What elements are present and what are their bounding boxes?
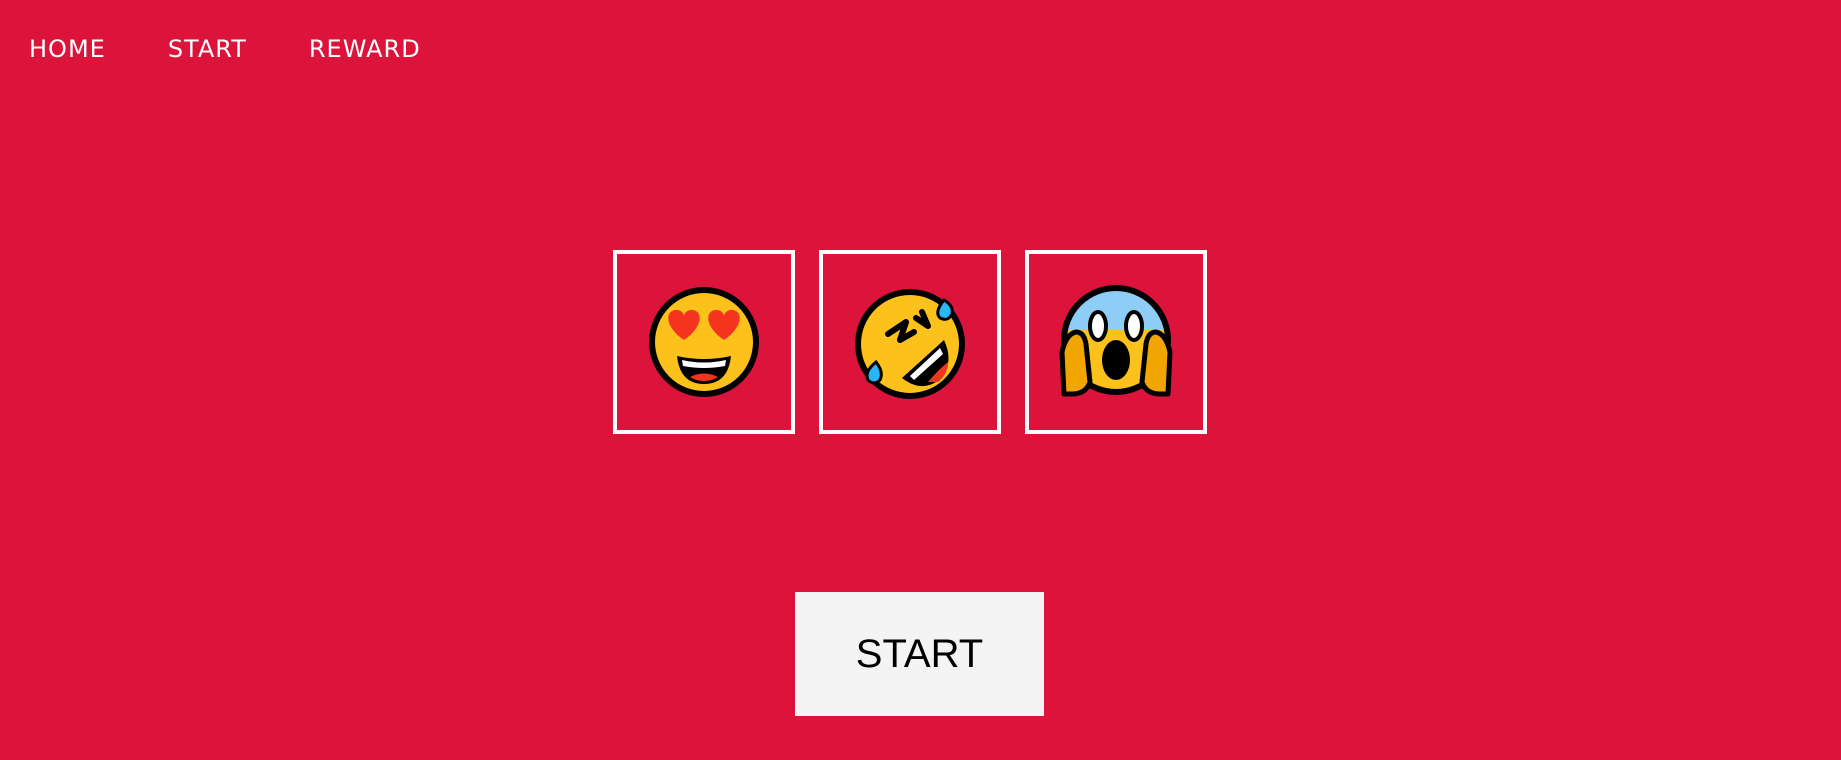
emoji-slot-3	[1025, 250, 1207, 434]
screaming-in-fear-face-icon	[1059, 285, 1173, 397]
emoji-slot-1	[613, 250, 795, 434]
nav-start-link[interactable]: START	[168, 34, 247, 64]
heart-eyes-face-icon	[649, 287, 759, 397]
emoji-slot-2	[819, 250, 1001, 434]
rolling-on-floor-laughing-face-icon	[855, 289, 965, 399]
nav-reward-link[interactable]: REWARD	[309, 34, 421, 64]
nav-home-link[interactable]: HOME	[29, 34, 106, 64]
start-button[interactable]: START	[795, 592, 1044, 716]
top-nav: HOME START REWARD	[29, 34, 421, 64]
emoji-slot-row	[613, 250, 1207, 434]
